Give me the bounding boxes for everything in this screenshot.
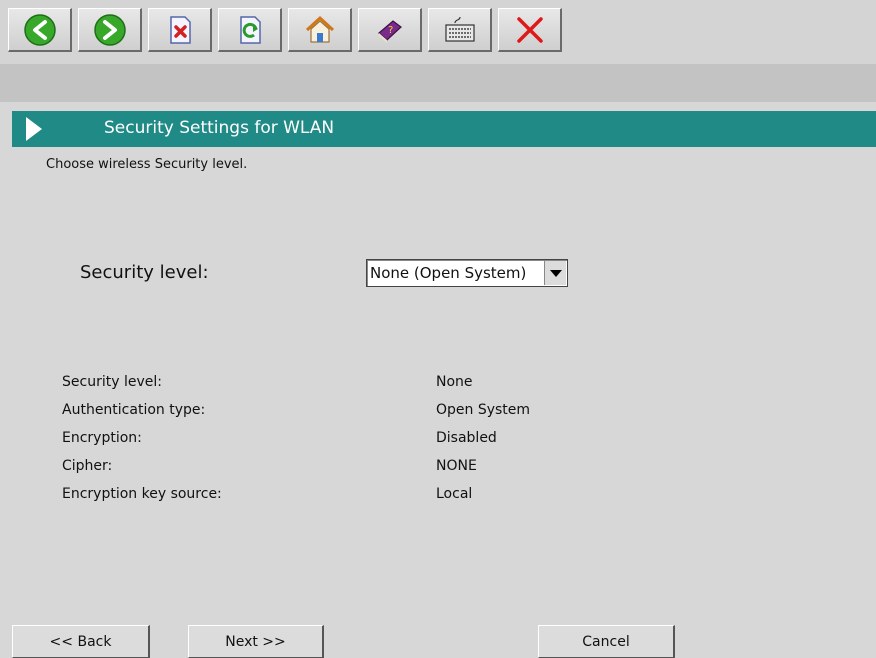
keyboard-icon xyxy=(444,16,475,42)
toolbar: ? xyxy=(0,0,876,64)
forward-button[interactable] xyxy=(78,8,142,52)
home-button[interactable] xyxy=(288,8,352,52)
close-button[interactable] xyxy=(498,8,562,52)
summary-row: Security level: None xyxy=(62,374,562,402)
back-button[interactable] xyxy=(8,8,72,52)
forward-arrow-icon xyxy=(93,13,126,46)
status-bar xyxy=(0,64,876,102)
summary-row: Encryption key source: Local xyxy=(62,486,562,514)
summary-label: Security level: xyxy=(62,374,162,390)
help-book-button[interactable]: ? xyxy=(358,8,422,52)
toolbar-button-row: ? xyxy=(8,8,568,52)
next-button[interactable]: Next >> xyxy=(188,625,324,658)
page-title: Security Settings for WLAN xyxy=(104,118,335,138)
summary-value: Disabled xyxy=(436,430,497,446)
summary-row: Authentication type: Open System xyxy=(62,402,562,430)
home-icon xyxy=(305,15,334,43)
summary-label: Cipher: xyxy=(62,458,113,474)
svg-text:?: ? xyxy=(388,25,393,36)
summary-row: Cipher: NONE xyxy=(62,458,562,486)
refresh-document-icon xyxy=(239,15,261,44)
section-header: Security Settings for WLAN xyxy=(12,111,876,147)
delete-document-button[interactable] xyxy=(148,8,212,52)
keyboard-button[interactable] xyxy=(428,8,492,52)
summary-value: NONE xyxy=(436,458,477,474)
summary-value: Open System xyxy=(436,402,531,418)
summary-label: Encryption key source: xyxy=(62,486,222,502)
delete-document-icon xyxy=(169,15,191,44)
security-summary: Security level: None Authentication type… xyxy=(62,374,562,514)
summary-label: Encryption: xyxy=(62,430,142,446)
help-book-icon: ? xyxy=(377,19,402,43)
security-level-value: None (Open System) xyxy=(370,264,527,282)
back-nav-button[interactable]: << Back xyxy=(12,625,150,658)
security-level-select[interactable]: None (Open System) xyxy=(366,259,568,287)
header-arrow-icon xyxy=(26,117,42,141)
close-x-icon xyxy=(516,16,543,43)
refresh-document-button[interactable] xyxy=(218,8,282,52)
summary-label: Authentication type: xyxy=(62,402,206,418)
security-level-label: Security level: xyxy=(80,262,209,283)
chevron-down-icon[interactable] xyxy=(544,261,566,285)
page-subtitle: Choose wireless Security level. xyxy=(46,157,248,172)
back-arrow-icon xyxy=(23,13,56,46)
summary-value: None xyxy=(436,374,473,390)
cancel-button[interactable]: Cancel xyxy=(538,625,675,658)
summary-row: Encryption: Disabled xyxy=(62,430,562,458)
summary-value: Local xyxy=(436,486,473,502)
